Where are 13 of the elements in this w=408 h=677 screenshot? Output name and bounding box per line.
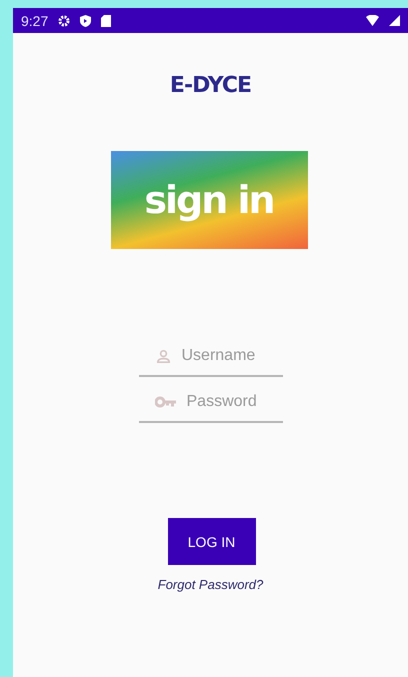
forgot-password-link[interactable]: Forgot Password?: [158, 577, 264, 592]
login-button[interactable]: LOG IN: [168, 518, 256, 565]
wifi-icon: [366, 15, 379, 26]
sd-card-icon: [101, 14, 112, 26]
shield-icon: [80, 14, 92, 26]
logo: E-DYCE: [170, 73, 252, 98]
key-icon: [154, 396, 176, 408]
password-field[interactable]: Password: [186, 393, 282, 411]
person-icon: [154, 348, 172, 364]
username-field[interactable]: Username: [182, 347, 278, 365]
signal-icon: [389, 15, 400, 26]
sign-in-banner: sign in: [110, 151, 308, 249]
status-time: 9:27: [21, 12, 48, 28]
